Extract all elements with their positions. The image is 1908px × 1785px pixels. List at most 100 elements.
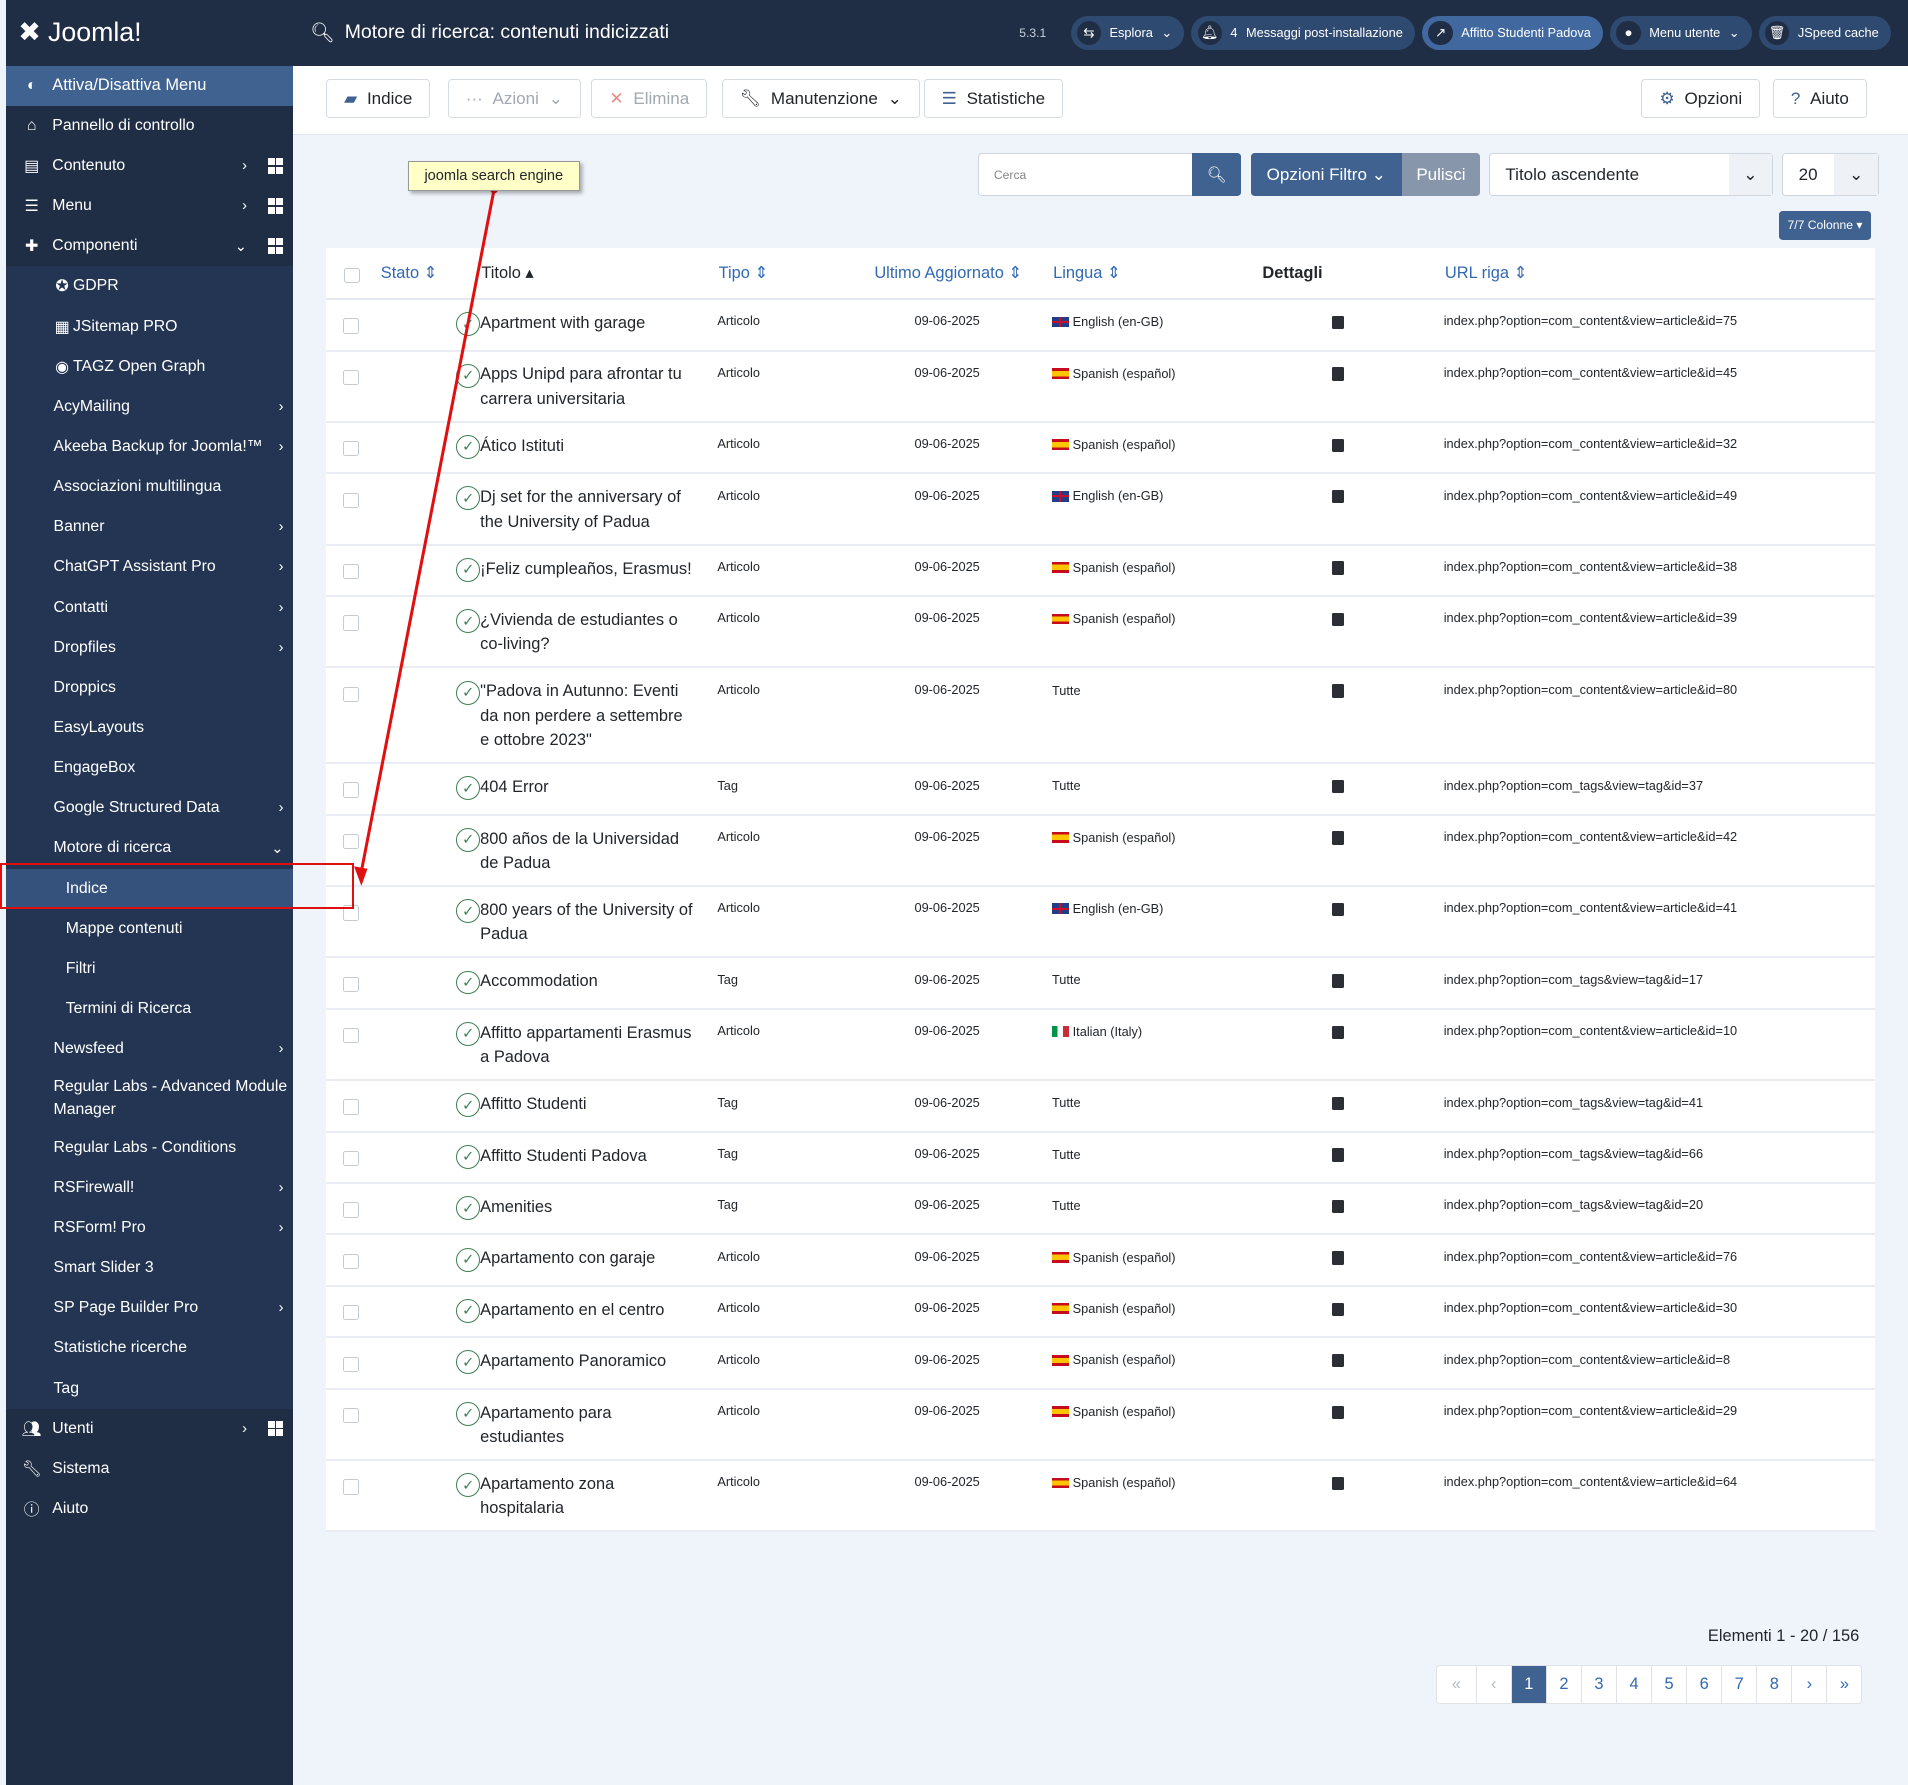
- search-input[interactable]: Cerca: [978, 153, 1193, 196]
- dashboard-grid-icon[interactable]: [267, 158, 284, 174]
- toggle-menu-button[interactable]: ◐ Attiva/Disattiva Menu: [6, 65, 294, 106]
- next-page-button[interactable]: ›: [1791, 1665, 1826, 1704]
- sidebar-item-easylayouts[interactable]: EasyLayouts: [6, 707, 294, 749]
- calendar-icon[interactable]: [1331, 1302, 1344, 1317]
- published-check-icon[interactable]: ✓: [456, 1144, 481, 1169]
- row-checkbox[interactable]: [343, 1253, 359, 1270]
- joomla-logo[interactable]: ✖ Joomla!: [6, 0, 294, 66]
- row-checkbox[interactable]: [343, 441, 359, 457]
- maintenance-dropdown[interactable]: 🔧︎ Manutenzione ⌄: [721, 79, 920, 119]
- calendar-icon[interactable]: [1331, 490, 1344, 504]
- sidebar-item-jsitemap-pro[interactable]: ▦ JSitemap PRO: [6, 306, 294, 347]
- sidebar-item-termini-di-ricerca[interactable]: Termini di Ricerca: [6, 988, 294, 1030]
- sidebar-item-akeeba-backup-for-joomla-[interactable]: Akeeba Backup for Joomla!™ ›: [6, 426, 294, 468]
- row-checkbox[interactable]: [343, 782, 359, 798]
- calendar-icon[interactable]: [1331, 315, 1344, 330]
- row-checkbox[interactable]: [343, 1150, 359, 1167]
- actions-dropdown[interactable]: ··· Azioni ⌄: [447, 79, 581, 119]
- page-4-button[interactable]: 4: [1616, 1665, 1651, 1704]
- sidebar-item-gdpr[interactable]: ✪ GDPR: [6, 266, 294, 307]
- help-button[interactable]: ? Aiuto: [1772, 79, 1867, 119]
- user-menu-button[interactable]: ● Menu utente ⌄: [1610, 15, 1752, 50]
- row-checkbox[interactable]: [343, 615, 359, 631]
- row-checkbox[interactable]: [343, 976, 359, 992]
- published-check-icon[interactable]: ✓: [456, 1473, 481, 1498]
- published-check-icon[interactable]: ✓: [456, 970, 481, 995]
- published-check-icon[interactable]: ✓: [456, 680, 481, 705]
- sidebar-item-contatti[interactable]: Contatti ›: [6, 587, 294, 628]
- row-checkbox[interactable]: [343, 1479, 359, 1495]
- published-check-icon[interactable]: ✓: [456, 899, 481, 924]
- calendar-icon[interactable]: [1331, 1148, 1344, 1162]
- page-7-button[interactable]: 7: [1721, 1665, 1756, 1704]
- row-checkbox[interactable]: [343, 1202, 359, 1218]
- clear-button[interactable]: Pulisci: [1401, 153, 1481, 196]
- sidebar-item-droppics[interactable]: Droppics: [6, 667, 294, 708]
- sidebar-item-chatgpt-assistant-pro[interactable]: ChatGPT Assistant Pro ›: [6, 547, 294, 588]
- sort-stato[interactable]: Stato ⇕: [381, 264, 438, 282]
- page-2-button[interactable]: 2: [1545, 1665, 1581, 1704]
- calendar-icon[interactable]: [1331, 684, 1344, 698]
- sort-titolo[interactable]: Titolo ▴: [481, 264, 533, 282]
- calendar-icon[interactable]: [1331, 561, 1344, 575]
- options-button[interactable]: ⚙ Opzioni: [1641, 79, 1761, 119]
- sidebar-item-newsfeed[interactable]: Newsfeed ›: [6, 1029, 294, 1070]
- explore-button[interactable]: ⇆ Esplora ⌄: [1070, 15, 1185, 50]
- row-checkbox[interactable]: [343, 1407, 359, 1424]
- calendar-icon[interactable]: [1331, 1096, 1344, 1111]
- published-check-icon[interactable]: ✓: [456, 1350, 481, 1375]
- published-check-icon[interactable]: ✓: [456, 1401, 481, 1426]
- page-1-button[interactable]: 1: [1510, 1665, 1546, 1704]
- row-checkbox[interactable]: [343, 1305, 359, 1321]
- calendar-icon[interactable]: [1331, 438, 1344, 453]
- ordering-select[interactable]: Titolo ascendente ⌄: [1488, 153, 1774, 196]
- site-link-button[interactable]: ↗ Affitto Studenti Padova: [1422, 15, 1604, 50]
- published-check-icon[interactable]: ✓: [456, 1247, 481, 1272]
- row-checkbox[interactable]: [343, 492, 359, 508]
- sidebar-item-sistema[interactable]: 🔧︎ Sistema: [6, 1449, 293, 1489]
- sidebar-item-associazioni-multilingua[interactable]: Associazioni multilingua: [6, 467, 294, 508]
- calendar-icon[interactable]: [1331, 1476, 1344, 1491]
- columns-button[interactable]: 7/7 Colonne ▾: [1778, 210, 1872, 240]
- sidebar-item-componenti[interactable]: ✚ Componenti ⌄: [6, 226, 293, 266]
- sidebar-item-pannello-di-controllo[interactable]: ⌂ Pannello di controllo: [6, 106, 293, 146]
- row-checkbox[interactable]: [343, 686, 359, 703]
- sidebar-item-utenti[interactable]: 👥︎ Utenti ›: [6, 1409, 293, 1449]
- published-check-icon[interactable]: ✓: [456, 312, 481, 337]
- sidebar-item-tag[interactable]: Tag: [6, 1368, 294, 1409]
- row-checkbox[interactable]: [343, 833, 359, 850]
- published-check-icon[interactable]: ✓: [456, 1196, 481, 1221]
- page-3-button[interactable]: 3: [1580, 1665, 1616, 1704]
- sort-url[interactable]: URL riga ⇕: [1445, 264, 1527, 282]
- calendar-icon[interactable]: [1331, 612, 1344, 627]
- row-checkbox[interactable]: [343, 1099, 359, 1115]
- calendar-icon[interactable]: [1331, 367, 1344, 381]
- page-5-button[interactable]: 5: [1651, 1665, 1686, 1704]
- sidebar-item-aiuto[interactable]: ⓘ Aiuto: [6, 1489, 293, 1529]
- sidebar-item-rsfirewall-[interactable]: RSFirewall! ›: [6, 1167, 294, 1208]
- calendar-icon[interactable]: [1331, 779, 1344, 794]
- page-8-button[interactable]: 8: [1756, 1665, 1791, 1704]
- calendar-icon[interactable]: [1331, 1405, 1344, 1419]
- dashboard-grid-icon[interactable]: [267, 198, 284, 215]
- published-check-icon[interactable]: ✓: [456, 1021, 481, 1046]
- page-6-button[interactable]: 6: [1686, 1665, 1721, 1704]
- sort-tipo[interactable]: Tipo ⇕: [719, 264, 769, 282]
- limit-select[interactable]: 20 ⌄: [1781, 153, 1880, 196]
- dashboard-grid-icon[interactable]: [267, 1420, 284, 1437]
- published-check-icon[interactable]: ✓: [456, 776, 481, 801]
- statistics-button[interactable]: ☰ Statistiche: [923, 79, 1064, 119]
- published-check-icon[interactable]: ✓: [456, 435, 481, 459]
- published-check-icon[interactable]: ✓: [456, 609, 481, 634]
- row-checkbox[interactable]: [343, 563, 359, 580]
- calendar-icon[interactable]: [1331, 1354, 1344, 1368]
- sort-lingua[interactable]: Lingua ⇕: [1053, 264, 1121, 282]
- sidebar-item-tagz-open-graph[interactable]: ◉ TAGZ Open Graph: [6, 346, 294, 387]
- calendar-icon[interactable]: [1331, 1199, 1344, 1214]
- sidebar-item-sp-page-builder-pro[interactable]: SP Page Builder Pro ›: [6, 1288, 294, 1329]
- calendar-icon[interactable]: [1331, 902, 1344, 917]
- sidebar-item-banner[interactable]: Banner ›: [6, 507, 294, 548]
- calendar-icon[interactable]: [1331, 1025, 1344, 1039]
- jspeed-cache-button[interactable]: 🗑︎ JSpeed cache: [1758, 15, 1891, 50]
- sidebar-item-regular-labs-advanced-module-manager[interactable]: Regular Labs - Advanced Module Manager: [6, 1069, 294, 1128]
